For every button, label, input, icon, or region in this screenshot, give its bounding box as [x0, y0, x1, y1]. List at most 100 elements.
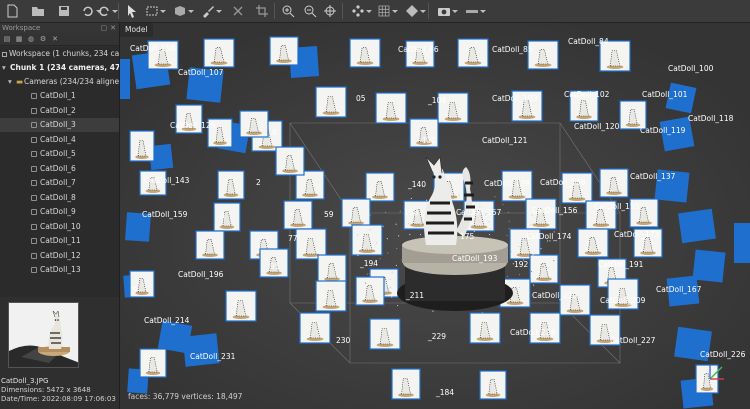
camera-checkbox-icon[interactable]: [31, 209, 37, 215]
camera-plane-back[interactable]: [182, 333, 220, 367]
camera-photo-thumbnail[interactable]: [283, 200, 313, 230]
rect-select-icon[interactable]: [144, 3, 166, 19]
float-icon[interactable]: ▢: [101, 24, 108, 32]
camera-photo-thumbnail[interactable]: [317, 254, 347, 284]
camera-photo-thumbnail[interactable]: [217, 170, 245, 200]
camera-photo-thumbnail[interactable]: [365, 172, 395, 202]
camera-list-item[interactable]: CatDoll_9: [0, 205, 119, 219]
camera-photo-thumbnail[interactable]: [275, 146, 305, 176]
camera-checkbox-icon[interactable]: [31, 252, 37, 259]
camera-checkbox-icon[interactable]: [31, 180, 37, 186]
camera-plane-back[interactable]: [734, 223, 750, 263]
camera-plane-back[interactable]: [120, 59, 130, 99]
tie-point: [395, 223, 397, 225]
camera-list-item[interactable]: CatDoll_10: [0, 220, 119, 234]
camera-photo-thumbnail[interactable]: [351, 224, 383, 256]
camera-photo-thumbnail[interactable]: [479, 370, 507, 400]
remove-icon[interactable]: ✕: [51, 35, 59, 43]
camera-list-item[interactable]: CatDoll_8: [0, 191, 119, 205]
camera-photo-thumbnail[interactable]: [139, 348, 167, 378]
shading-icon[interactable]: [404, 3, 426, 19]
camera-photo-thumbnail[interactable]: [457, 38, 489, 68]
camera-checkbox-icon[interactable]: [31, 165, 37, 172]
model-view[interactable]: Model CatDoll_86 CatDoll_85 CatDoll_84 C…: [120, 23, 750, 409]
expand-chevron-icon[interactable]: ▾: [2, 61, 10, 75]
settings-icon[interactable]: ⚙: [39, 35, 47, 43]
camera-list-item[interactable]: CatDoll_3: [0, 118, 119, 132]
camera-photo-thumbnail[interactable]: [469, 312, 501, 344]
zoom-in-icon[interactable]: [280, 3, 296, 19]
new-file-icon[interactable]: [4, 3, 20, 19]
camera-photo-thumbnail[interactable]: [225, 290, 257, 322]
model-viewport-canvas[interactable]: CatDoll_86 CatDoll_85 CatDoll_84 CatDoll_10…: [120, 23, 750, 409]
camera-photo-thumbnail[interactable]: [375, 92, 407, 124]
camera-list-item[interactable]: CatDoll_12: [0, 249, 119, 263]
expand-chevron-icon[interactable]: ▾: [8, 75, 16, 89]
zoom-out-icon[interactable]: [302, 3, 318, 19]
close-icon[interactable]: [230, 3, 246, 19]
camera-checkbox-icon[interactable]: [31, 93, 37, 99]
camera-checkbox-icon[interactable]: [31, 107, 37, 114]
camera-checkbox-icon[interactable]: [31, 223, 37, 230]
markers-icon[interactable]: ◍: [27, 35, 35, 43]
camera-photo-thumbnail[interactable]: [299, 312, 331, 344]
camera-list-item[interactable]: CatDoll_4: [0, 133, 119, 147]
camera-photo-thumbnail[interactable]: [559, 284, 591, 316]
add-chunk-icon[interactable]: ▤: [3, 35, 11, 43]
grid-icon[interactable]: [376, 3, 398, 19]
camera-photo-thumbnail[interactable]: [529, 254, 559, 284]
camera-photo-thumbnail[interactable]: [315, 280, 347, 312]
camera-list-item[interactable]: CatDoll_1: [0, 89, 119, 103]
camera-photo-thumbnail[interactable]: [341, 198, 371, 228]
camera-list-item[interactable]: CatDoll_5: [0, 147, 119, 161]
camera-checkbox-icon[interactable]: [31, 151, 37, 157]
tie-point: [530, 224, 532, 226]
camera-photo-thumbnail[interactable]: [195, 230, 225, 260]
tree-cameras-folder[interactable]: ▾ ▬Cameras (234/234 aligne: [0, 75, 119, 89]
camera-checkbox-icon[interactable]: [31, 238, 37, 244]
camera-photo-thumbnail[interactable]: [269, 36, 299, 66]
rotate-icon[interactable]: [350, 3, 372, 19]
tab-model[interactable]: Model: [120, 23, 153, 37]
box-icon[interactable]: [172, 3, 194, 19]
close-icon[interactable]: ✕: [110, 24, 116, 32]
pointer-icon[interactable]: [124, 3, 140, 19]
camera-list-item[interactable]: CatDoll_6: [0, 162, 119, 176]
tie-point: [391, 296, 393, 298]
camera-photo-thumbnail[interactable]: [599, 168, 629, 198]
open-folder-icon[interactable]: [30, 3, 46, 19]
camera-photo-thumbnail[interactable]: [129, 130, 155, 162]
move-icon[interactable]: [322, 3, 338, 19]
tie-point: [508, 228, 510, 230]
camera-photo-thumbnail[interactable]: [315, 86, 347, 118]
camera-checkbox-icon[interactable]: [31, 136, 37, 143]
camera-photo-thumbnail[interactable]: [349, 38, 381, 68]
camera-photo-thumbnail[interactable]: [239, 110, 269, 138]
add-photos-icon[interactable]: ▦: [15, 35, 23, 43]
camera-photo-thumbnail[interactable]: [203, 38, 235, 68]
camera-checkbox-icon[interactable]: [31, 122, 37, 128]
camera-checkbox-icon[interactable]: [31, 194, 37, 201]
camera-photo-thumbnail[interactable]: [369, 318, 401, 350]
camera-photo-thumbnail[interactable]: [577, 228, 609, 258]
camera-plane-back[interactable]: [692, 249, 726, 283]
tree-root[interactable]: Workspace (1 chunks, 234 came: [0, 47, 119, 61]
camera-list-item[interactable]: CatDoll_11: [0, 234, 119, 248]
crop-icon[interactable]: [254, 3, 270, 19]
save-icon[interactable]: [56, 3, 72, 19]
camera-photo-thumbnail[interactable]: [619, 100, 647, 130]
redo-icon[interactable]: [96, 3, 118, 19]
camera-photo-thumbnail[interactable]: [213, 202, 241, 232]
camera-icon[interactable]: [436, 3, 458, 19]
camera-plane-back[interactable]: [678, 208, 716, 244]
ruler-icon[interactable]: [464, 3, 486, 19]
brush-icon[interactable]: [200, 3, 222, 19]
camera-list-item[interactable]: CatDoll_7: [0, 176, 119, 190]
camera-photo-thumbnail[interactable]: [355, 276, 385, 306]
camera-list-item[interactable]: CatDoll_2: [0, 104, 119, 118]
camera-list-item[interactable]: CatDoll_13: [0, 263, 119, 277]
tree-chunk[interactable]: ▾ Chunk 1 (234 cameras, 47,1: [0, 61, 119, 75]
undo-icon[interactable]: [80, 3, 102, 19]
camera-photo-thumbnail[interactable]: [391, 368, 421, 400]
camera-checkbox-icon[interactable]: [31, 267, 37, 273]
